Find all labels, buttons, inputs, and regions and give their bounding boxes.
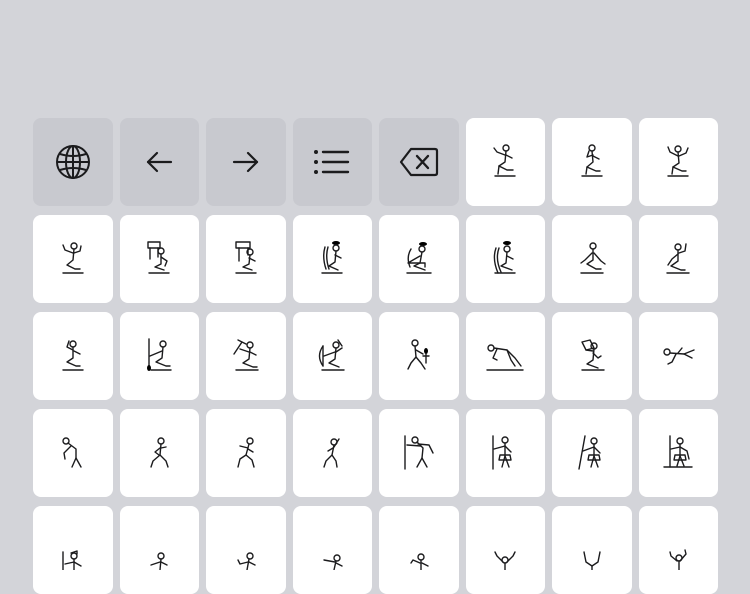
glyph-key[interactable] — [638, 215, 718, 303]
glyph-key[interactable] — [638, 409, 718, 497]
glyph-key[interactable] — [379, 409, 459, 497]
glyph-key[interactable] — [33, 312, 113, 400]
man-with-basket-kneading-glyph — [406, 242, 432, 274]
glyph-key[interactable] — [292, 312, 372, 400]
globe-icon — [55, 145, 90, 179]
kneeling-man-hand-to-head-glyph — [62, 340, 84, 371]
seated-man-arms-raised-glyph — [667, 145, 689, 177]
backspace-key[interactable] — [379, 118, 459, 206]
glyph-key[interactable] — [552, 312, 632, 400]
kneeling-man-arm-up-glyph — [666, 243, 690, 274]
seated-man-with-bow-glyph — [319, 339, 345, 371]
glyph-key[interactable] — [465, 118, 545, 206]
glyph-key[interactable] — [33, 215, 113, 303]
walking-man-bent-glyph — [237, 437, 255, 468]
glyph-key[interactable] — [465, 409, 545, 497]
glyph-key[interactable] — [638, 312, 718, 400]
glyph-key[interactable] — [206, 506, 286, 594]
man-arms-out-partial-glyph — [410, 553, 429, 570]
man-with-frame-on-head-glyph — [147, 241, 170, 274]
arrow-left-icon — [147, 151, 173, 173]
glyph-key[interactable] — [119, 409, 199, 497]
man-with-basket-on-head-glyph — [321, 241, 343, 274]
man-adoring-partial-glyph — [669, 549, 687, 570]
dancing-man-glyph — [323, 438, 340, 468]
glyph-key[interactable] — [292, 215, 372, 303]
kneeling-man-arms-out-glyph — [580, 242, 606, 274]
glyph-key[interactable] — [465, 312, 545, 400]
man-with-frame-on-head-2-glyph — [235, 241, 257, 274]
glyph-key[interactable] — [552, 118, 632, 206]
man-bowing-partial-glyph — [323, 554, 343, 570]
glyph-key[interactable] — [552, 506, 632, 594]
glyph-key[interactable] — [292, 506, 372, 594]
bending-man-glyph — [62, 437, 82, 468]
glyph-key[interactable] — [33, 506, 113, 594]
man-pointing-partial-glyph — [150, 552, 168, 570]
glyph-key[interactable] — [206, 215, 286, 303]
man-with-staff-and-mace-glyph — [663, 435, 693, 468]
kneeling-man-with-ankh-glyph — [407, 339, 430, 370]
man-arms-raised-partial-glyph — [494, 551, 516, 570]
glyph-key[interactable] — [206, 312, 286, 400]
arrow-left-key[interactable] — [119, 118, 199, 206]
crawling-man-glyph — [486, 344, 524, 371]
glyph-key[interactable] — [379, 312, 459, 400]
arrow-right-key[interactable] — [206, 118, 286, 206]
glyph-key[interactable] — [33, 409, 113, 497]
glyph-key[interactable] — [119, 506, 199, 594]
man-with-staff-partial-glyph — [62, 550, 82, 570]
running-man-glyph — [150, 437, 169, 468]
hieroglyph-keyboard — [33, 118, 718, 594]
list-key[interactable] — [292, 118, 372, 206]
arrow-right-icon — [232, 151, 258, 173]
kneeling-man-arms-raised-glyph — [62, 242, 84, 274]
man-with-staff-glyph — [492, 435, 512, 470]
glyph-key[interactable] — [465, 506, 545, 594]
list-icon — [314, 150, 350, 174]
glyph-key[interactable] — [119, 312, 199, 400]
glyph-key[interactable] — [379, 506, 459, 594]
glyph-key[interactable] — [465, 215, 545, 303]
glyph-key[interactable] — [638, 118, 718, 206]
seated-man-with-staff-glyph — [147, 338, 172, 371]
backspace-icon — [399, 147, 438, 177]
glyph-key[interactable] — [552, 409, 632, 497]
man-with-staff-2-glyph — [578, 435, 601, 470]
seated-man-hand-to-mouth-glyph — [581, 144, 603, 177]
seated-man-with-mace-glyph — [233, 339, 259, 371]
man-arms-up-partial-glyph — [583, 551, 601, 570]
globe-key[interactable] — [33, 118, 113, 206]
glyph-key[interactable] — [119, 215, 199, 303]
seated-man-arm-raised-glyph — [493, 144, 516, 177]
glyph-key[interactable] — [379, 215, 459, 303]
glyph-key[interactable] — [292, 409, 372, 497]
glyph-key[interactable] — [552, 215, 632, 303]
glyph-key[interactable] — [206, 409, 286, 497]
man-with-stick-striking-glyph — [404, 435, 434, 470]
glyph-key[interactable] — [638, 506, 718, 594]
kneeling-man-with-jar-glyph — [581, 339, 605, 371]
man-reaching-partial-glyph — [237, 552, 256, 570]
falling-man-glyph — [663, 347, 695, 365]
man-with-basket-on-back-glyph — [493, 241, 516, 274]
